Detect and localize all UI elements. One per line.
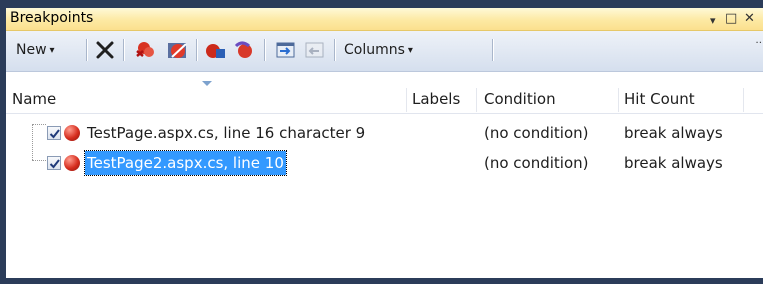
- window-menu-dropdown-icon[interactable]: ▾: [710, 12, 716, 30]
- disable-all-breakpoints-icon[interactable]: [166, 40, 188, 60]
- column-divider[interactable]: [743, 88, 744, 112]
- go-to-source-icon[interactable]: [203, 40, 225, 60]
- go-to-disassembly-icon[interactable]: [233, 40, 255, 60]
- column-header-labels[interactable]: Labels: [406, 86, 476, 113]
- delete-icon[interactable]: [94, 40, 116, 60]
- toolbar-separator: [196, 39, 197, 61]
- breakpoint-hit-count: break always: [624, 124, 723, 142]
- column-divider[interactable]: [476, 88, 477, 112]
- column-header-hit-count[interactable]: Hit Count: [618, 86, 743, 113]
- breakpoint-enabled-checkbox[interactable]: [47, 156, 61, 170]
- table-row[interactable]: TestPage.aspx.cs, line 16 character 9 (n…: [6, 121, 763, 145]
- table-row[interactable]: TestPage2.aspx.cs, line 10 (no condition…: [6, 150, 763, 176]
- toolbar-separator: [264, 39, 265, 61]
- breakpoint-condition: (no condition): [484, 154, 589, 172]
- export-icon[interactable]: [274, 40, 296, 60]
- toolbar-separator: [123, 39, 124, 61]
- toolbar-separator: [86, 39, 87, 61]
- toolbar: New ▾ Columns ▾ ‥: [6, 31, 763, 72]
- breakpoint-enabled-checkbox[interactable]: [47, 126, 61, 140]
- breakpoint-icon: [64, 125, 80, 141]
- breakpoint-name: TestPage2.aspx.cs, line 10: [84, 150, 287, 176]
- breakpoint-icon: [64, 155, 80, 171]
- toolbar-separator: [334, 39, 335, 61]
- delete-all-breakpoints-icon[interactable]: [134, 40, 156, 60]
- new-button[interactable]: New ▾: [16, 38, 55, 62]
- restore-icon[interactable]: □: [725, 10, 737, 28]
- breakpoints-window: Breakpoints ▾ □ ✕ New ▾ Columns ▾ ‥ Name…: [6, 8, 763, 278]
- toolbar-separator: [492, 39, 493, 61]
- column-header-name[interactable]: Name: [6, 86, 406, 113]
- toolbar-overflow-icon[interactable]: ‥: [755, 35, 762, 46]
- breakpoint-name: TestPage.aspx.cs, line 16 character 9: [87, 124, 366, 142]
- columns-button-label: Columns: [344, 42, 405, 58]
- column-header: Name Labels Condition Hit Count: [6, 86, 763, 114]
- breakpoint-hit-count: break always: [624, 154, 723, 172]
- window-title: Breakpoints: [10, 10, 94, 26]
- column-header-condition[interactable]: Condition: [478, 86, 618, 113]
- import-icon[interactable]: [303, 40, 325, 60]
- new-button-label: New: [16, 42, 47, 58]
- close-icon[interactable]: ✕: [744, 10, 755, 28]
- chevron-down-icon: ▾: [407, 44, 413, 56]
- chevron-down-icon: ▾: [49, 44, 55, 56]
- title-bar: Breakpoints ▾ □ ✕: [6, 8, 763, 31]
- breakpoint-condition: (no condition): [484, 124, 589, 142]
- columns-button[interactable]: Columns ▾: [344, 38, 413, 62]
